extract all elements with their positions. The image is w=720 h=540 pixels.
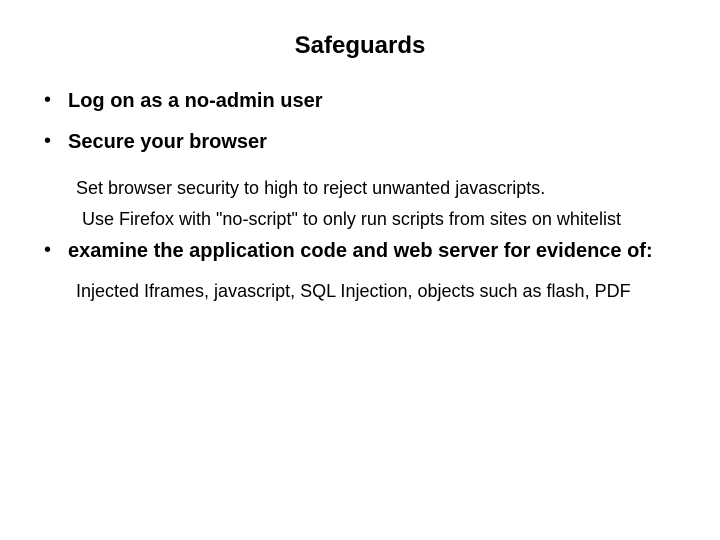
list-item: examine the application code and web ser… bbox=[40, 238, 680, 304]
bullet-list: Log on as a no-admin user Secure your br… bbox=[40, 88, 680, 305]
slide-title: Safeguards bbox=[40, 32, 680, 60]
sub-text: Set browser security to high to reject u… bbox=[76, 176, 636, 201]
sub-text: Use Firefox with "no-script" to only run… bbox=[82, 207, 637, 232]
slide: Safeguards Log on as a no-admin user Sec… bbox=[0, 0, 720, 540]
sub-text: Injected Iframes, javascript, SQL Inject… bbox=[76, 279, 636, 304]
item-head: examine the application code and web ser… bbox=[68, 238, 680, 265]
item-head: Log on as a no-admin user bbox=[68, 88, 680, 115]
item-head: Secure your browser bbox=[68, 129, 680, 156]
list-item: Log on as a no-admin user bbox=[40, 88, 680, 115]
list-item: Secure your browser Set browser security… bbox=[40, 129, 680, 232]
